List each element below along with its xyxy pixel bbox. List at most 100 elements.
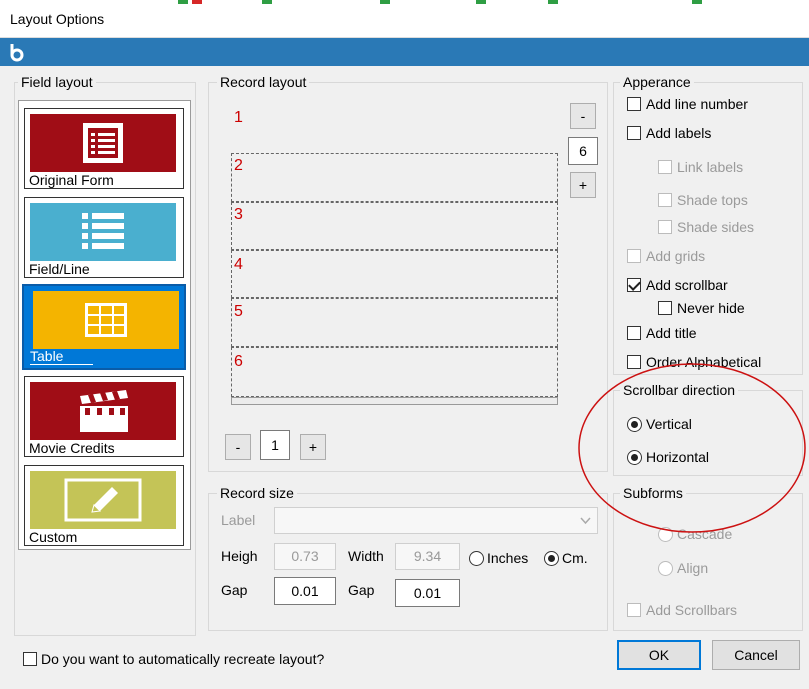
- add-labels-label: Add labels: [646, 125, 712, 141]
- tile-label: Original Form: [29, 172, 114, 188]
- record-size-title: Record size: [217, 485, 297, 501]
- never-hide-label: Never hide: [677, 300, 745, 316]
- table-icon: [85, 303, 127, 337]
- horizontal-label: Horizontal: [646, 449, 710, 465]
- align-radio[interactable]: [658, 561, 673, 576]
- inches-radio[interactable]: [469, 551, 484, 566]
- pencil-icon: [64, 478, 142, 522]
- record-row[interactable]: [231, 298, 558, 347]
- add-line-number-checkbox[interactable]: [627, 97, 641, 111]
- height-field[interactable]: 0.73: [274, 543, 336, 570]
- top-strip: [178, 0, 188, 4]
- order-alphabetical-checkbox[interactable]: [627, 355, 641, 369]
- cm-label: Cm.: [562, 550, 588, 566]
- recreate-layout-label: Do you want to automatically recreate la…: [41, 651, 325, 667]
- tile-image: [30, 114, 176, 172]
- layout-tile-movie-credits[interactable]: Movie Credits: [24, 376, 184, 457]
- add-grids-checkbox[interactable]: [627, 249, 641, 263]
- gap-label: Gap: [348, 582, 375, 598]
- label-caption: Label: [221, 512, 256, 528]
- horizontal-scrollbar[interactable]: [231, 397, 558, 405]
- row-number: 2: [234, 157, 243, 174]
- top-strip: [380, 0, 390, 4]
- width-field[interactable]: 9.34: [395, 543, 460, 570]
- record-row[interactable]: [231, 250, 558, 298]
- vertical-radio[interactable]: [627, 417, 642, 432]
- add-scrollbars-label: Add Scrollbars: [646, 602, 738, 618]
- rows-plus-button[interactable]: +: [570, 172, 596, 198]
- recreate-layout-checkbox[interactable]: [23, 652, 37, 666]
- add-title-label: Add title: [646, 325, 697, 341]
- gap-field[interactable]: 0.01: [395, 579, 460, 607]
- tile-label: Table: [30, 348, 94, 365]
- list-icon: [82, 213, 124, 249]
- shade-sides-checkbox[interactable]: [658, 220, 672, 234]
- header-band: [0, 38, 809, 66]
- record-row[interactable]: [231, 153, 558, 202]
- cancel-button[interactable]: Cancel: [712, 640, 800, 670]
- row-number: 1: [234, 109, 243, 126]
- clapperboard-icon: [80, 390, 128, 432]
- page-minus-button[interactable]: -: [225, 434, 251, 460]
- field-layout-title: Field layout: [18, 74, 96, 90]
- add-scrollbars-checkbox[interactable]: [627, 603, 641, 617]
- add-grids-label: Add grids: [646, 248, 706, 264]
- appearance-title: Apperance: [620, 74, 694, 90]
- width-label: Width: [348, 548, 384, 564]
- record-row[interactable]: [231, 202, 558, 250]
- tile-image: [30, 382, 176, 440]
- add-labels-checkbox[interactable]: [627, 126, 641, 140]
- row-number: 6: [234, 353, 243, 370]
- cascade-label: Cascade: [677, 526, 733, 542]
- ok-button[interactable]: OK: [617, 640, 701, 670]
- shade-tops-label: Shade tops: [677, 192, 748, 208]
- link-labels-label: Link labels: [677, 159, 744, 175]
- top-strip: [476, 0, 486, 4]
- page-plus-button[interactable]: +: [300, 434, 326, 460]
- link-labels-checkbox[interactable]: [658, 160, 672, 174]
- tile-image: [33, 291, 179, 349]
- tile-label: Field/Line: [29, 261, 90, 277]
- scrollbar-direction-title: Scrollbar direction: [620, 382, 739, 398]
- height-label: Heigh: [221, 548, 258, 564]
- top-strip: [192, 0, 202, 4]
- add-scrollbar-label: Add scrollbar: [646, 277, 728, 293]
- title-bar: Layout Options: [0, 0, 809, 38]
- layout-tile-custom[interactable]: Custom: [24, 465, 184, 546]
- top-strip: [262, 0, 272, 4]
- layout-tile-original-form[interactable]: Original Form: [24, 108, 184, 189]
- rows-count-field[interactable]: 6: [568, 137, 598, 165]
- app-logo-icon: [10, 44, 24, 62]
- form-icon: [83, 123, 123, 163]
- subforms-title: Subforms: [620, 485, 686, 501]
- tile-image: [30, 471, 176, 529]
- cascade-radio[interactable]: [658, 527, 673, 542]
- layout-tile-table[interactable]: Table: [22, 284, 186, 370]
- align-label: Align: [677, 560, 709, 576]
- tile-label: Custom: [29, 529, 78, 545]
- top-strip: [548, 0, 558, 4]
- record-row[interactable]: [231, 347, 558, 397]
- page-field[interactable]: 1: [260, 430, 290, 460]
- shade-tops-checkbox[interactable]: [658, 193, 672, 207]
- cm-radio[interactable]: [544, 551, 559, 566]
- rows-minus-button[interactable]: -: [570, 103, 596, 129]
- never-hide-checkbox[interactable]: [658, 301, 672, 315]
- gap-label: Gap: [221, 582, 248, 598]
- layout-tile-field-line[interactable]: Field/Line: [24, 197, 184, 278]
- tile-label: Movie Credits: [29, 440, 115, 456]
- add-scrollbar-checkbox[interactable]: [627, 278, 641, 292]
- row-number: 4: [234, 256, 243, 273]
- top-strip: [692, 0, 702, 4]
- inches-label: Inches: [487, 550, 529, 566]
- add-title-checkbox[interactable]: [627, 326, 641, 340]
- vertical-label: Vertical: [646, 416, 692, 432]
- horizontal-radio[interactable]: [627, 450, 642, 465]
- chevron-down-icon: [580, 517, 591, 525]
- shade-sides-label: Shade sides: [677, 219, 755, 235]
- label-select[interactable]: [274, 507, 598, 534]
- gap-field[interactable]: 0.01: [274, 577, 336, 605]
- tile-image: [30, 203, 176, 261]
- record-layout-title: Record layout: [217, 74, 310, 90]
- window-title: Layout Options: [10, 11, 105, 27]
